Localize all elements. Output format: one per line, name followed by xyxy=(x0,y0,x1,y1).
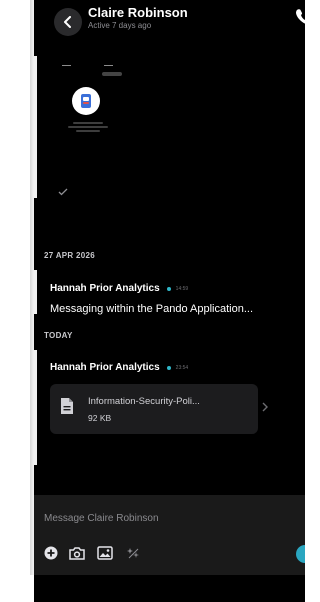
online-dot xyxy=(166,365,171,370)
send-button[interactable] xyxy=(296,545,305,563)
message-meta: Hannah Prior Analytics 14:59 xyxy=(50,283,188,294)
add-button[interactable] xyxy=(42,545,60,561)
date-separator: TODAY xyxy=(44,331,73,340)
file-size: 92 KB xyxy=(88,413,112,423)
chat-screen: Claire Robinson Active 7 days ago ▬▬▬ ▬▬… xyxy=(34,0,305,602)
chevron-left-icon xyxy=(64,16,71,28)
camera-button[interactable] xyxy=(68,545,86,561)
contact-name[interactable]: Claire Robinson xyxy=(88,5,188,20)
date-separator: 27 APR 2026 xyxy=(44,251,96,260)
thread-indicator xyxy=(34,56,37,198)
phone-icon[interactable] xyxy=(294,8,305,26)
back-button[interactable] xyxy=(54,8,82,36)
gallery-button[interactable] xyxy=(96,545,114,561)
message-meta: Hannah Prior Analytics 23:54 xyxy=(50,362,188,373)
camera-icon xyxy=(69,547,85,560)
file-name: Information-Security-Poli... xyxy=(88,396,200,407)
app-logo-icon xyxy=(72,87,100,115)
online-dot xyxy=(166,286,171,291)
message-input[interactable] xyxy=(44,509,244,527)
chevron-right-icon xyxy=(262,402,268,412)
sender-name: Hannah Prior Analytics xyxy=(50,283,160,294)
message-time: 14:59 xyxy=(175,285,189,292)
preview-detail xyxy=(102,72,122,76)
add-icon xyxy=(44,546,58,560)
document-icon xyxy=(61,398,73,414)
thread-indicator xyxy=(34,270,37,314)
contact-status: Active 7 days ago xyxy=(88,21,152,30)
file-attachment[interactable]: Information-Security-Poli... 92 KB xyxy=(50,384,268,434)
message-composer xyxy=(34,495,305,575)
file-message[interactable]: Hannah Prior Analytics 23:54 Information… xyxy=(34,350,305,470)
thread-indicator xyxy=(34,350,37,465)
read-check-icon xyxy=(58,188,68,196)
image-icon xyxy=(97,546,113,560)
sparkle-icon xyxy=(127,548,139,559)
preview-detail: ▬▬▬ xyxy=(62,63,71,67)
sender-name: Hannah Prior Analytics xyxy=(50,362,160,373)
chat-header: Claire Robinson Active 7 days ago xyxy=(34,0,305,40)
bottom-safe-area xyxy=(34,575,305,602)
ai-assist-button[interactable] xyxy=(124,545,142,561)
image-message[interactable]: ▬▬▬ ▬▬▬ xyxy=(34,40,305,205)
preview-detail: ▬▬▬ xyxy=(104,63,113,67)
message-text: Messaging within the Pando Application..… xyxy=(50,303,254,315)
text-message[interactable]: Hannah Prior Analytics 14:59 Messaging w… xyxy=(34,270,305,320)
preview-detail xyxy=(68,120,108,132)
message-time: 23:54 xyxy=(175,364,189,371)
